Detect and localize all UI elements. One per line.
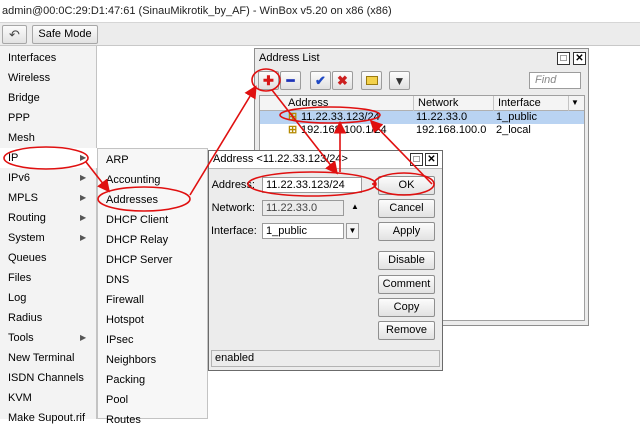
ip-highlight-ellipse	[3, 146, 89, 170]
arrow-ip-to-addresses	[85, 161, 110, 193]
arrow-add-to-address	[271, 89, 338, 175]
addresses-highlight-ellipse	[97, 186, 191, 212]
arrow-addresses-to-add	[189, 85, 257, 196]
annotation-overlay	[3, 68, 435, 212]
arrow-ok-to-row	[369, 119, 433, 185]
add-button-highlight-ellipse	[251, 68, 281, 92]
address-field-highlight-ellipse	[247, 171, 377, 197]
